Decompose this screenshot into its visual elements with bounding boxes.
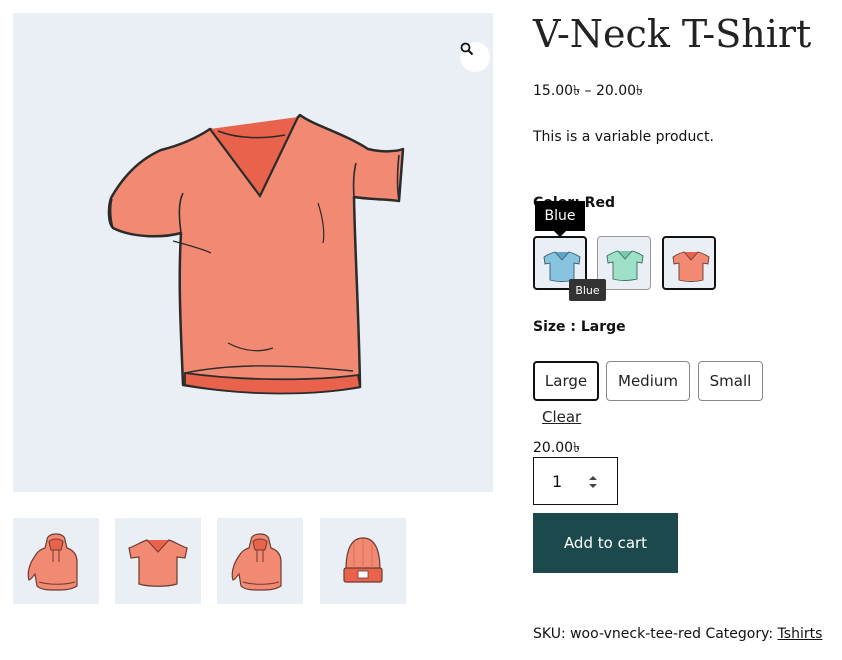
size-option-medium[interactable]: Medium [606,361,690,401]
main-product-image[interactable] [13,13,493,492]
tshirt-icon [128,539,188,587]
product-title: V-Neck T-Shirt [533,12,812,56]
swatch-title-tooltip: Blue [569,279,606,301]
product-meta: SKU: woo-vneck-tee-red Category: Tshirts [533,626,822,642]
swatch-tooltip-arrow [554,231,566,237]
red-tshirt-icon [672,251,710,282]
quantity-input[interactable]: 1 [533,457,618,505]
category-link[interactable]: Tshirts [778,626,823,642]
size-option-large[interactable]: Large [533,361,599,401]
add-to-cart-button[interactable]: Add to cart [533,513,678,573]
thumbnail-beanie[interactable] [320,518,406,604]
thumbnail-hoodie[interactable] [13,518,99,604]
swatch-tooltip: Blue [535,201,585,231]
beanie-icon [343,537,383,583]
hoodie-icon [27,533,78,591]
sku-value: woo-vneck-tee-red [570,626,701,642]
size-option-small[interactable]: Small [698,361,763,401]
category-label: Category: [705,626,774,642]
spinner-arrows-icon[interactable] [586,473,600,491]
price-range: 15.00৳ – 20.00৳ [533,83,644,99]
quantity-value: 1 [552,472,563,491]
size-attribute-label: Size : Large [533,319,626,335]
v-neck-tshirt-illustration [107,113,405,395]
hoodie-icon [231,533,282,591]
sku-label: SKU: [533,626,566,642]
magnifier-icon [460,42,474,56]
thumbnail-hoodie-2[interactable] [217,518,303,604]
product-description: This is a variable product. [533,129,714,145]
clear-selection-link[interactable]: Clear [542,408,581,426]
thumbnail-v-neck-tshirt[interactable] [115,518,201,604]
zoom-button[interactable] [460,42,490,72]
swatch-red[interactable] [662,236,716,290]
